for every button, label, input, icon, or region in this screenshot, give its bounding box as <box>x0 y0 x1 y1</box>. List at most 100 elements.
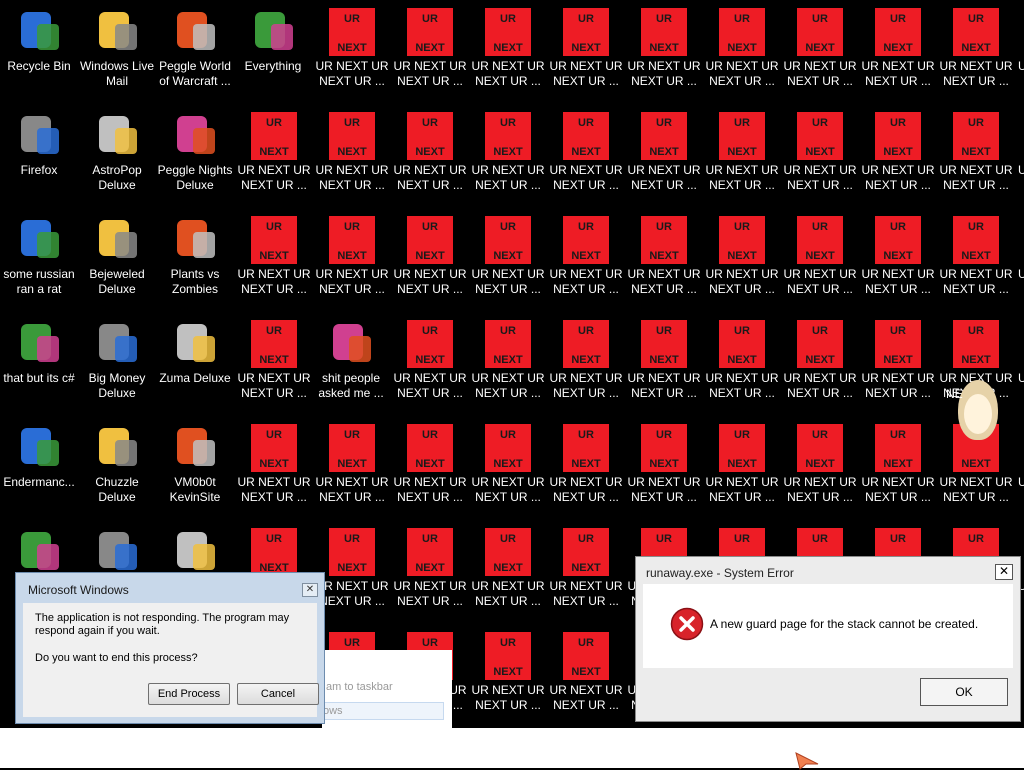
close-icon[interactable]: ✕ <box>302 583 318 597</box>
desktop-icon-that-but-its-c[interactable]: that but its c# <box>0 314 78 418</box>
desktop-icon-ur-next[interactable]: UR NEXT UR NEXT UR NEXT UR ... <box>469 418 547 522</box>
desktop-icon-ur-next[interactable]: UR NEXT UR NEXT UR NEXT UR ... <box>625 2 703 106</box>
desktop-icon-ur-next[interactable]: UR NEXT UR NEXT UR NEXT UR ... <box>391 522 469 626</box>
desktop-icon-plants-vs-zombies[interactable]: Plants vs Zombies <box>156 210 234 314</box>
ur-next-icon: UR NEXT <box>250 216 298 264</box>
desktop-icon-firefox[interactable]: Firefox <box>0 106 78 210</box>
end-process-button[interactable]: End Process <box>148 683 230 705</box>
pin-to-taskbar-text[interactable]: am to taskbar <box>326 681 393 693</box>
desktop-icon-shit-people-asked-me[interactable]: shit people asked me ... <box>312 314 390 418</box>
desktop-icon-ur-next[interactable]: UR NEXT UR NEXT UR NEXT UR ... <box>703 2 781 106</box>
desktop-icon-ur-next[interactable]: UR NEXT UR NEXT UR NEXT UR ... <box>781 106 859 210</box>
ur-next-icon: UR NEXT <box>484 320 532 368</box>
desktop-icon-endermanc[interactable]: Endermanc... <box>0 418 78 522</box>
desktop-icon-ur-next[interactable]: UR NEXT UR NEXT UR NEXT UR ... <box>937 106 1015 210</box>
desktop-icon-ur-next[interactable]: UR NEXT UR NEXT UR NEXT UR ... <box>547 626 625 728</box>
cancel-button[interactable]: Cancel <box>237 683 319 705</box>
desktop-icon-ur-next[interactable]: UR NEXT UR NEXT UR NEXT UR ... <box>469 522 547 626</box>
desktop-icon-peggle-nights-deluxe[interactable]: Peggle Nights Deluxe <box>156 106 234 210</box>
desktop-icon-astropop-deluxe[interactable]: AstroPop Deluxe <box>78 106 156 210</box>
desktop-icon-ur-next[interactable]: UR NEXT UR NEXT UR NEXT UR ... <box>781 418 859 522</box>
desktop-icon-ur-next[interactable]: UR NEXT UR NEXT UR NEXT UR ... <box>235 106 313 210</box>
ur-next-tile: UR NEXT <box>563 528 609 576</box>
close-icon[interactable]: ✕ <box>995 564 1013 580</box>
desktop-icon-ur-next[interactable]: UR NEXT UR NEXT UR NEXT UR ... <box>781 2 859 106</box>
desktop-icon-ur-next[interactable]: UR NEXT UR NEXT UR NEXT UR ... <box>547 418 625 522</box>
desktop-icon-ur-next[interactable]: UR NEXT UR NEXT UR NEXT UR ... <box>703 314 781 418</box>
ur-text: UR <box>890 13 906 25</box>
desktop-icon-ur-next[interactable]: UR NEXT UR NEXT UR NEXT UR ... <box>625 314 703 418</box>
not-responding-dialog: Microsoft Windows ✕ The application is n… <box>15 572 325 724</box>
desktop-icon-ur-next[interactable]: UR NEXT UR NEXT UR NEXT UR ... <box>547 522 625 626</box>
desktop-icon-ur-next[interactable]: UR NEXT UR NEXT UR NEXT UR ... <box>391 106 469 210</box>
desktop-icon-vm0b0t-kevinsite[interactable]: VM0b0t KevinSite <box>156 418 234 522</box>
desktop-icon-ur-next[interactable]: UR NEXT UR NEXT UR NEXT UR ... <box>469 2 547 106</box>
partial-icon-a-icon <box>15 528 63 576</box>
ur-text: UR <box>266 325 282 337</box>
next-text: NEXT <box>805 146 835 158</box>
desktop-icon-ur-next[interactable]: UR NEXT UR NEXT UR NEXT UR ... <box>469 626 547 728</box>
desktop-icon-bejeweled-deluxe[interactable]: Bejeweled Deluxe <box>78 210 156 314</box>
desktop-icon-ur-next[interactable]: UR NEXT UR NEXT UR NEXT UR ... <box>625 418 703 522</box>
desktop-icon-ur-next[interactable]: UR NEXT UR NEXT UR NEXT UR ... <box>547 314 625 418</box>
desktop-icon-ur-next[interactable]: UR NEXT UR NEXT UR NEXT UR ... <box>391 314 469 418</box>
desktop-icon-ur-next[interactable]: UR NEXT UR NEXT UR NEXT UR ... <box>625 210 703 314</box>
desktop-icon-ur-next[interactable]: UR NEXT UR NEXT UR NEXT UR ... <box>313 2 391 106</box>
desktop-icon-ur-next[interactable]: UR NEXT UR NEXT UR NEXT UR ... <box>235 314 313 418</box>
ok-button[interactable]: OK <box>920 678 1008 706</box>
ur-text: UR <box>344 117 360 129</box>
desktop-icon-ur-next[interactable]: UR NEXT UR NEXT UR NEXT UR ... <box>625 106 703 210</box>
ur-text: UR <box>656 221 672 233</box>
dialog-client-area: The application is not responding. The p… <box>23 603 319 717</box>
desktop-icon-ur-next[interactable]: UR NEXT UR NEXT UR NEXT UR ... <box>235 210 313 314</box>
desktop-icon-ur-next[interactable]: UR NEXT UR NEXT UR NEXT UR ... <box>313 210 391 314</box>
desktop-icon-ur-next[interactable]: UR NEXT UR NEXT UR NEXT UR ... <box>703 418 781 522</box>
desktop-icon-ur-next[interactable]: UR NEXT UR NEXT UR NEXT UR ... <box>547 2 625 106</box>
desktop-icon-some-russian-ran-a-rat[interactable]: some russian ran a rat <box>0 210 78 314</box>
desktop-icon-everything[interactable]: Everything <box>234 2 312 106</box>
desktop-icon-windows-live-mail[interactable]: Windows Live Mail <box>78 2 156 106</box>
desktop-icon-peggle-world-of-warcraft[interactable]: Peggle World of Warcraft ... <box>156 2 234 106</box>
background-textbox[interactable]: ows <box>322 702 444 720</box>
desktop-icon-ur-next[interactable]: UR NEXT UR NEXT UR NEXT UR ... <box>235 418 313 522</box>
desktop-icon-ur-next[interactable]: UR NEXT UR NEXT UR NEXT UR ... <box>703 210 781 314</box>
desktop-icon-ur-next[interactable]: UR NEXT UR NEXT UR NEXT UR ... <box>859 106 937 210</box>
ur-next-tile: UR NEXT <box>485 8 531 56</box>
desktop-icon-ur-next[interactable]: UR NEXT UR NEXT UR NEXT UR ... <box>937 2 1015 106</box>
desktop-icon-ur-next[interactable]: UR NEXT UR NEXT UR NEXT UR ... <box>547 106 625 210</box>
desktop-icon-ur-next[interactable]: UR NEXT UR NEXT UR NEXT UR ... <box>391 210 469 314</box>
ur-next-icon: UR NEXT <box>562 528 610 576</box>
ur-text: UR <box>500 221 516 233</box>
desktop-icon-recycle-bin[interactable]: Recycle Bin <box>0 2 78 106</box>
desktop-icon-ur-next[interactable]: UR NEXT UR NEXT UR NEXT UR ... <box>313 418 391 522</box>
desktop-icon-big-money-deluxe[interactable]: Big Money Deluxe <box>78 314 156 418</box>
desktop-icon-label: Peggle World of Warcraft ... <box>159 59 231 88</box>
desktop-icon-ur-next[interactable]: UR NEXT UR NEXT UR NEXT UR ... <box>781 314 859 418</box>
ur-next-icon: UR NEXT <box>640 320 688 368</box>
desktop-icon-ur-next[interactable]: UR NEXT UR NEXT UR NEXT UR ... <box>703 106 781 210</box>
desktop-icon-zuma-deluxe[interactable]: Zuma Deluxe <box>156 314 234 418</box>
desktop-icon-ur-next[interactable]: UR NEXT UR NEXT UR NEXT UR ... <box>391 2 469 106</box>
desktop-icon-ur-next[interactable]: UR NEXT UR NEXT UR NEXT UR ... <box>469 314 547 418</box>
desktop-icon-ur-next[interactable]: UR NEXT UR NEXT UR NEXT UR ... <box>937 210 1015 314</box>
desktop-icon-ur-next[interactable]: UR NEXT UR NEXT UR NEXT UR ... <box>859 418 937 522</box>
next-text: NEXT <box>961 146 991 158</box>
desktop-icon-label: UR NEXT UR NEXT UR ... <box>627 371 701 400</box>
next-text: NEXT <box>337 250 367 262</box>
hamster-icon[interactable]: NE <box>944 372 1010 474</box>
ur-next-tile: UR NEXT <box>953 216 999 264</box>
desktop-icon-label: UR NEXT UR NEXT UR ... <box>549 267 623 296</box>
desktop-icon-ur-next[interactable]: UR NEXT UR NEXT UR NEXT UR ... <box>469 210 547 314</box>
desktop-icon-ur-next[interactable]: UR NEXT UR NEXT UR NEXT UR ... <box>391 418 469 522</box>
desktop-icon-ur-next[interactable]: UR NEXT UR NEXT UR NEXT UR ... <box>469 106 547 210</box>
desktop-icon-ur-next[interactable]: UR NEXT UR NEXT UR NEXT UR ... <box>313 106 391 210</box>
next-text: NEXT <box>805 42 835 54</box>
ur-text: UR <box>734 429 750 441</box>
desktop-icon-ur-next[interactable]: UR NEXT UR NEXT UR NEXT UR ... <box>859 314 937 418</box>
ur-next-tile: UR NEXT <box>407 424 453 472</box>
desktop-icon-chuzzle-deluxe[interactable]: Chuzzle Deluxe <box>78 418 156 522</box>
desktop-icon-ur-next[interactable]: UR NEXT UR NEXT UR NEXT UR ... <box>781 210 859 314</box>
desktop-icon-ur-next[interactable]: UR NEXT UR NEXT UR NEXT UR ... <box>547 210 625 314</box>
desktop-icon-ur-next[interactable]: UR NEXT UR NEXT UR NEXT UR ... <box>859 2 937 106</box>
desktop-icon-ur-next[interactable]: UR NEXT UR NEXT UR NEXT UR ... <box>859 210 937 314</box>
